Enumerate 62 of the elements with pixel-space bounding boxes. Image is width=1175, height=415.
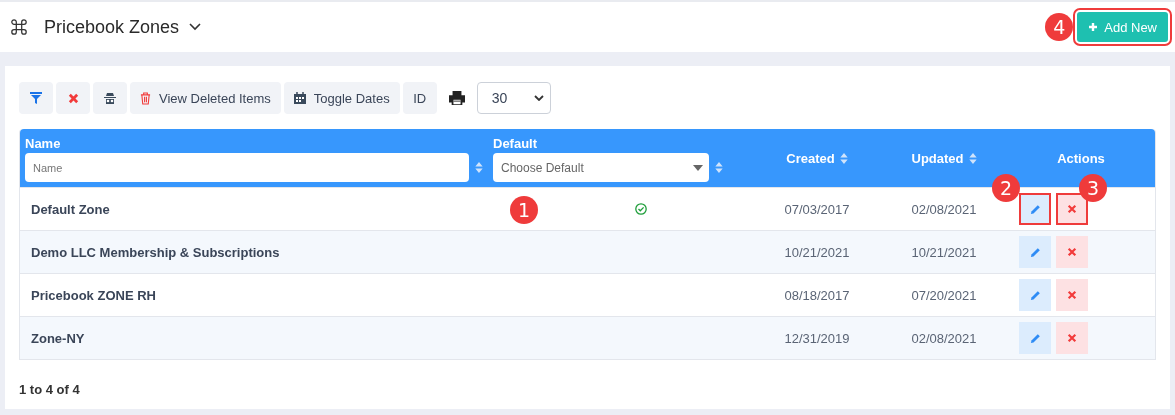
close-icon [1067, 333, 1077, 343]
zone-name: Zone-NY [31, 330, 85, 346]
pencil-icon [1029, 246, 1041, 258]
pagination-summary: 1 to 4 of 4 [19, 382, 81, 397]
column-header: Actions [1057, 150, 1105, 166]
column-header: Default [493, 136, 538, 151]
id-button[interactable]: ID [402, 82, 437, 114]
updated-date: 10/21/2021 [911, 244, 977, 260]
caret-down-icon [693, 164, 703, 171]
chevron-down-icon [533, 95, 544, 101]
callout-badge: 2 [992, 174, 1020, 202]
column-header: Updated [911, 150, 964, 166]
close-icon [67, 92, 79, 104]
created-date: 07/03/2017 [784, 201, 850, 217]
clear-filter-button[interactable] [56, 82, 90, 114]
close-icon [1067, 204, 1077, 214]
delete-button[interactable] [1056, 193, 1088, 225]
toggle-dates-button[interactable]: Toggle Dates [283, 82, 400, 114]
created-date: 10/21/2021 [784, 244, 850, 260]
delete-button[interactable] [1056, 236, 1088, 268]
edit-button[interactable] [1019, 279, 1051, 311]
close-icon [1067, 290, 1077, 300]
close-icon [1067, 247, 1077, 257]
name-filter-field[interactable]: Name [25, 153, 469, 182]
pencil-icon [1029, 203, 1041, 215]
edit-button[interactable] [1019, 193, 1051, 225]
zone-name: Demo LLC Membership & Subscriptions [31, 244, 280, 260]
edit-button[interactable] [1019, 236, 1051, 268]
command-icon [10, 18, 28, 36]
filter-button[interactable] [19, 82, 53, 114]
delete-button[interactable] [1056, 279, 1088, 311]
callout-badge: 4 [1045, 13, 1074, 41]
updated-date: 07/20/2021 [911, 287, 977, 303]
updated-date: 02/08/2021 [911, 201, 977, 217]
column-header: Created [786, 150, 835, 166]
filter-icon [30, 92, 42, 104]
pencil-icon [1029, 289, 1041, 301]
print-icon[interactable] [447, 90, 466, 106]
callout-badge: 1 [510, 196, 538, 224]
created-date: 12/31/2019 [784, 330, 850, 346]
updated-date: 02/08/2021 [911, 330, 977, 346]
default-filter-select[interactable]: Choose Default [493, 153, 709, 182]
delete-button[interactable] [1056, 322, 1088, 354]
trash-icon [140, 91, 151, 105]
incognito-icon [104, 92, 116, 104]
incognito-button[interactable] [93, 82, 127, 114]
zone-name: Default Zone [31, 201, 110, 217]
edit-button[interactable] [1019, 322, 1051, 354]
chevron-down-icon[interactable] [189, 23, 202, 31]
column-header: Name [25, 136, 61, 151]
page-size-select[interactable]: 30 [476, 82, 551, 114]
page-title: Pricebook Zones [44, 16, 180, 38]
sort-icon[interactable] [839, 152, 848, 164]
sort-icon[interactable] [715, 162, 723, 173]
view-deleted-button[interactable]: View Deleted Items [130, 82, 281, 114]
pencil-icon [1029, 332, 1041, 344]
sort-icon[interactable] [475, 162, 483, 173]
plus-icon [1088, 22, 1099, 32]
created-date: 08/18/2017 [784, 287, 850, 303]
calendar-icon [293, 92, 306, 104]
zone-name: Pricebook ZONE RH [31, 287, 156, 303]
sort-icon[interactable] [968, 152, 977, 164]
